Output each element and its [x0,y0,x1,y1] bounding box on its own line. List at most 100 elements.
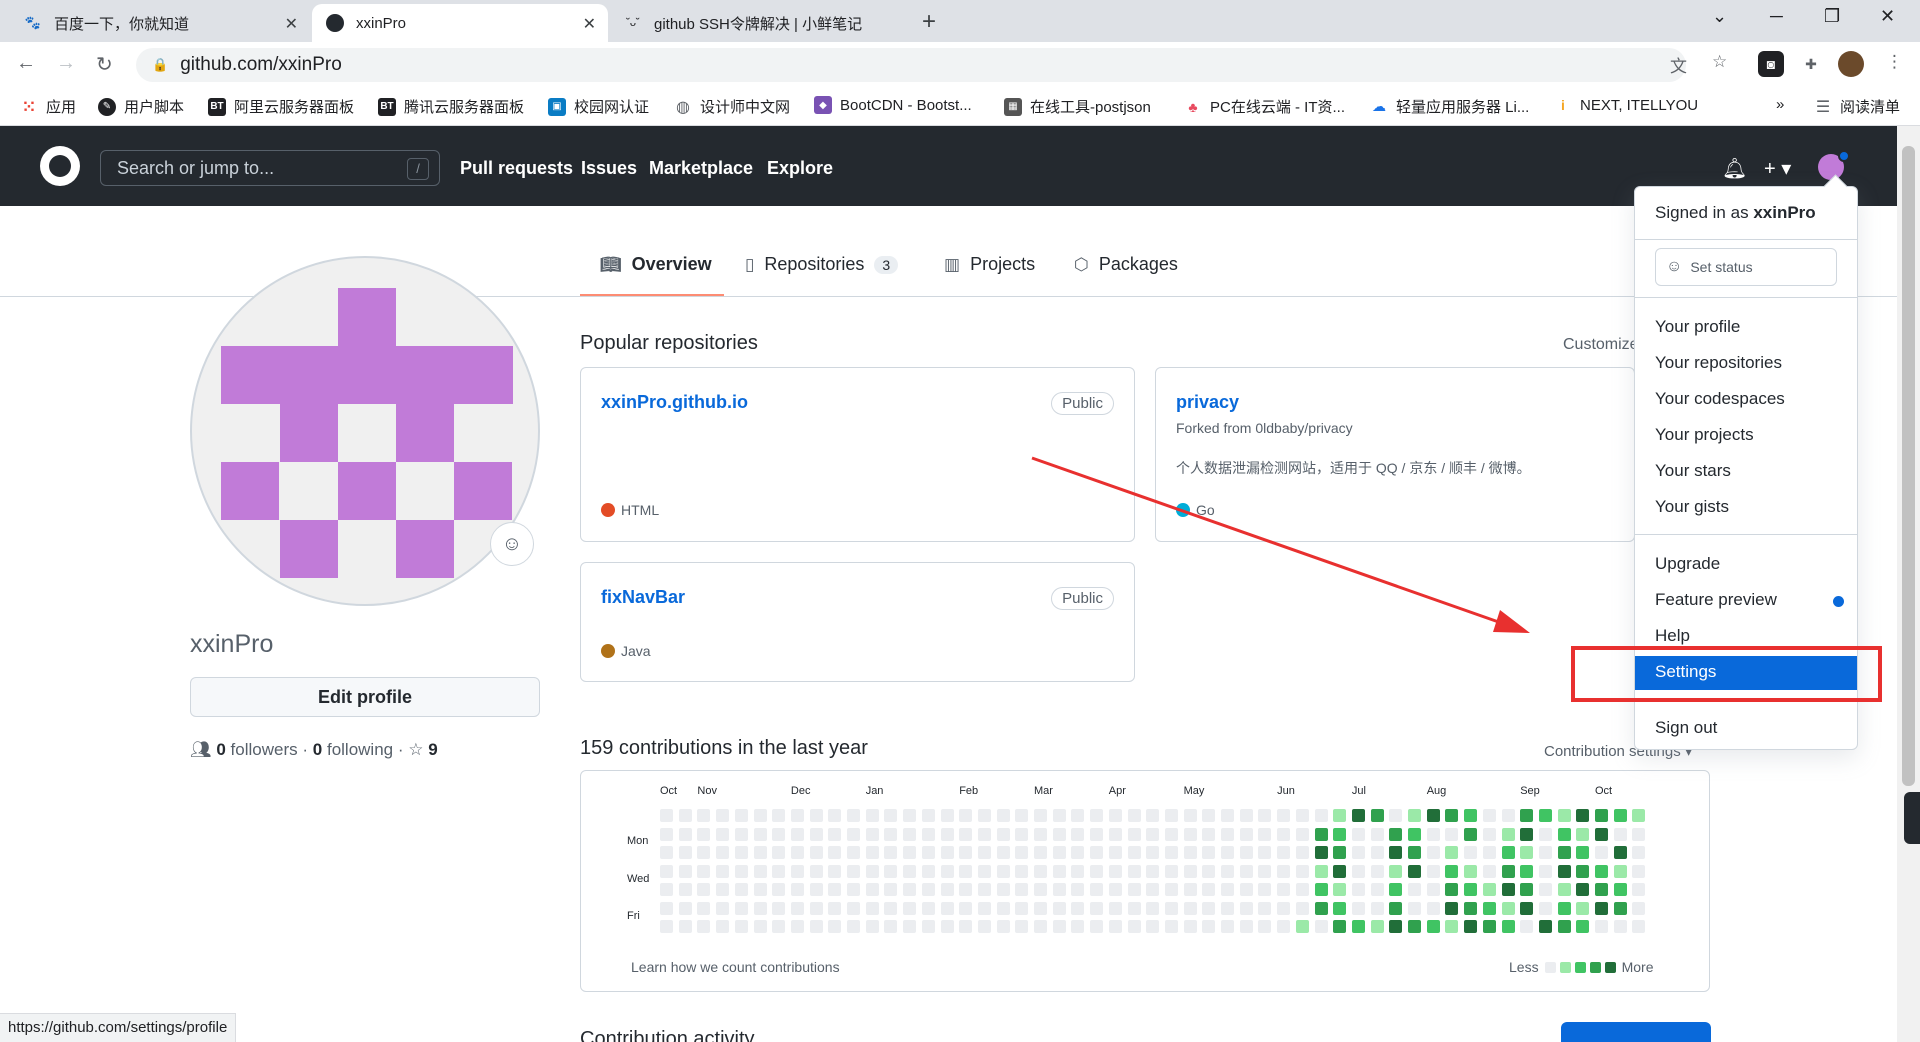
contribution-cell[interactable] [1445,901,1459,915]
contribution-cell[interactable] [1557,901,1571,915]
contribution-cell[interactable] [1501,827,1515,841]
contribution-cell[interactable] [959,809,973,822]
contribution-cell[interactable] [1090,809,1104,822]
contribution-cell[interactable] [1538,864,1552,878]
contribution-cell[interactable] [828,883,842,896]
contribution-cell[interactable] [678,864,692,878]
contribution-cell[interactable] [1295,846,1309,859]
contribution-cell[interactable] [1183,920,1197,933]
contribution-cell[interactable] [1557,846,1571,859]
contribution-cell[interactable] [1015,883,1029,896]
contribution-cell[interactable] [1127,827,1141,841]
contribution-cell[interactable] [1426,827,1440,841]
bookmark-design[interactable]: ◍ 设计师中文网 [674,96,790,117]
contribution-cell[interactable] [1034,809,1047,822]
contribution-cell[interactable] [678,827,692,841]
contribution-cell[interactable] [1351,901,1365,915]
contribution-cell[interactable] [959,864,973,878]
contribution-cell[interactable] [903,901,917,915]
contribution-cell[interactable] [1108,809,1122,822]
contribution-cell[interactable] [1613,864,1627,878]
contribution-cell[interactable] [790,827,804,841]
contribution-cell[interactable] [1464,864,1478,878]
contribution-cell[interactable] [847,901,860,915]
contribution-cell[interactable] [1221,809,1234,822]
contribution-cell[interactable] [678,809,692,822]
minimize-icon[interactable]: ─ [1770,6,1783,27]
contribution-cell[interactable] [1239,846,1253,859]
contribution-cell[interactable] [1164,809,1178,822]
contribution-cell[interactable] [1595,827,1608,841]
contribution-cell[interactable] [1613,883,1627,896]
contribution-cell[interactable] [1482,901,1496,915]
translate-icon[interactable]: 文 [1670,52,1687,77]
contribution-cell[interactable] [1595,864,1608,878]
customize-pins-link[interactable]: Customize [1563,336,1639,354]
bookmark-campus[interactable]: ▣ 校园网认证 [548,96,649,117]
contribution-cell[interactable] [1221,883,1234,896]
contribution-cell[interactable] [1501,864,1515,878]
close-icon[interactable]: ✕ [285,14,298,34]
contribution-cell[interactable] [1127,809,1141,822]
contribution-cell[interactable] [1426,864,1440,878]
menu-your-codespaces[interactable]: Your codespaces [1635,383,1857,417]
contribution-cell[interactable] [716,883,730,896]
contribution-cell[interactable] [996,827,1010,841]
contribution-cell[interactable] [847,920,860,933]
contribution-cell[interactable] [753,846,767,859]
contribution-cell[interactable] [1258,846,1272,859]
contribution-cell[interactable] [1482,809,1496,822]
menu-your-projects[interactable]: Your projects [1635,419,1857,453]
contribution-cell[interactable] [1314,809,1328,822]
contribution-cell[interactable] [1482,827,1496,841]
menu-your-stars[interactable]: Your stars [1635,455,1857,489]
contribution-cell[interactable] [1351,864,1365,878]
contribution-cell[interactable] [1015,920,1029,933]
contribution-cell[interactable] [1239,827,1253,841]
restore-icon[interactable]: ❐ [1824,6,1840,27]
contribution-cell[interactable] [847,827,860,841]
tab-projects[interactable]: ▥ Projects [944,254,1035,275]
contribution-cell[interactable] [1202,864,1216,878]
contribution-cell[interactable] [1389,827,1403,841]
contribution-cell[interactable] [1370,864,1384,878]
contribution-cell[interactable] [865,827,879,841]
contribution-cell[interactable] [1613,846,1627,859]
contribution-cell[interactable] [1164,827,1178,841]
contribution-cell[interactable] [1389,920,1403,933]
contribution-cell[interactable] [1538,846,1552,859]
contribution-cell[interactable] [772,827,786,841]
contribution-cell[interactable] [1015,901,1029,915]
contribution-cell[interactable] [1464,827,1478,841]
contribution-cell[interactable] [1314,846,1328,859]
contribution-cell[interactable] [1277,883,1291,896]
contribution-cell[interactable] [1314,827,1328,841]
contribution-cell[interactable] [959,827,973,841]
contribution-cell[interactable] [678,901,692,915]
contribution-cell[interactable] [1239,920,1253,933]
contribution-cell[interactable] [1445,864,1459,878]
contribution-cell[interactable] [753,901,767,915]
contribution-cell[interactable] [996,809,1010,822]
contribution-cell[interactable] [1295,827,1309,841]
contribution-cell[interactable] [940,901,954,915]
contribution-cell[interactable] [809,864,823,878]
contribution-cell[interactable] [977,901,991,915]
contribution-cell[interactable] [903,864,917,878]
contribution-cell[interactable] [940,864,954,878]
contribution-cell[interactable] [1370,883,1384,896]
contribution-cell[interactable] [977,864,991,878]
bookmark-postjson[interactable]: ▦ 在线工具-postjson [1004,96,1151,117]
contribution-cell[interactable] [1221,846,1234,859]
contribution-cell[interactable] [1576,920,1590,933]
contribution-cell[interactable] [1277,901,1291,915]
followers-link[interactable]: 0 followers [216,740,297,759]
tab-overview[interactable]: 📖︎ Overview [600,254,712,275]
scrollbar-thumb[interactable] [1902,146,1915,786]
menu-feature-preview[interactable]: Feature preview [1635,584,1857,618]
contribution-cell[interactable] [1632,920,1646,933]
contribution-cell[interactable] [772,901,786,915]
contribution-cell[interactable] [1576,901,1590,915]
contribution-cell[interactable] [1314,901,1328,915]
contribution-cell[interactable] [1333,901,1347,915]
